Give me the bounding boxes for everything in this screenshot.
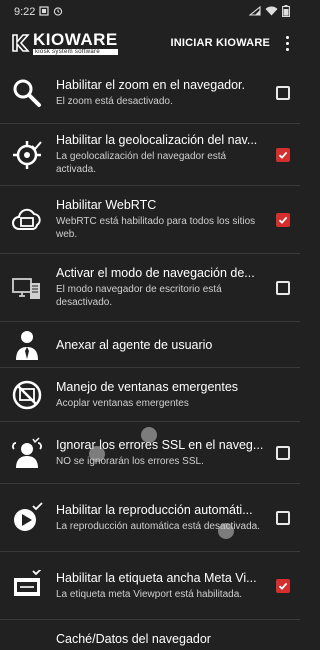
kioware-logo-icon xyxy=(10,33,30,53)
popup-block-icon xyxy=(10,378,44,412)
checkmark-icon xyxy=(278,216,288,224)
setting-texts: Habilitar la geolocalización del nav... … xyxy=(56,133,264,176)
setting-subtitle: La geolocalización del navegador está ac… xyxy=(56,151,227,175)
setting-subtitle: WebRTC está habilitado para todos los si… xyxy=(56,216,256,240)
ssl-errors-checkbox[interactable] xyxy=(276,445,290,460)
setting-subtitle: La etiqueta meta Viewport está habilitad… xyxy=(56,588,243,600)
logo-title: KIOWARE xyxy=(33,30,118,49)
setting-texts: Anexar al agente de usuario xyxy=(56,338,290,352)
setting-title: Habilitar la geolocalización del nav... xyxy=(56,133,258,147)
setting-row-meta-viewport[interactable]: Habilitar la etiqueta ancha Meta Vi... L… xyxy=(0,552,300,620)
wifi-icon xyxy=(265,6,278,19)
app-bar-actions: INICIAR KIOWARE xyxy=(170,33,294,53)
user-agent-icon xyxy=(10,328,44,362)
ssl-errors-icon xyxy=(10,436,44,470)
setting-title: Habilitar WebRTC xyxy=(56,198,157,212)
alarm-icon xyxy=(53,6,63,19)
status-bar-left: 9:22 xyxy=(14,5,63,19)
cache-icon xyxy=(10,632,44,650)
desktop-mode-icon xyxy=(10,271,44,305)
status-bar: 9:22 xyxy=(0,0,300,24)
zoom-checkbox[interactable] xyxy=(276,85,290,100)
settings-list: Habilitar el zoom en el navegador. El zo… xyxy=(0,62,300,650)
setting-title: Caché/Datos del navegador xyxy=(56,632,211,646)
battery-icon xyxy=(282,4,290,20)
webrtc-icon xyxy=(10,203,44,237)
setting-row-popups[interactable]: Manejo de ventanas emergentes Acoplar ve… xyxy=(0,368,300,422)
geolocation-icon xyxy=(10,138,44,172)
setting-title: Habilitar la reproducción automáti... xyxy=(56,502,253,517)
kioware-logo: KIOWARE kiosk system software xyxy=(10,31,118,55)
setting-title: Habilitar la etiqueta ancha Meta Vi... xyxy=(56,570,257,585)
setting-texts: Habilitar el zoom en el navegador. El zo… xyxy=(56,78,264,108)
logo-subtitle: kiosk system software xyxy=(33,49,118,55)
setting-row-geolocation[interactable]: Habilitar la geolocalización del nav... … xyxy=(0,124,300,186)
setting-texts: Activar el modo de navegación de... El m… xyxy=(56,266,264,309)
notification-icon xyxy=(39,5,50,19)
touch-indicator xyxy=(218,523,234,539)
setting-title: Manejo de ventanas emergentes xyxy=(56,379,239,394)
logo-text: KIOWARE kiosk system software xyxy=(33,31,118,55)
app-bar: KIOWARE kiosk system software INICIAR KI… xyxy=(0,24,300,62)
setting-row-zoom[interactable]: Habilitar el zoom en el navegador. El zo… xyxy=(0,62,300,124)
setting-texts: Habilitar la etiqueta ancha Meta Vi... L… xyxy=(56,571,264,601)
autoplay-icon xyxy=(10,501,44,535)
setting-row-user-agent[interactable]: Anexar al agente de usuario xyxy=(0,322,300,368)
setting-texts: Manejo de ventanas emergentes Acoplar ve… xyxy=(56,380,290,410)
setting-texts: Caché/Datos del navegador xyxy=(56,632,290,646)
checkmark-icon xyxy=(278,151,288,159)
start-kioware-button[interactable]: INICIAR KIOWARE xyxy=(170,37,270,49)
setting-title: Habilitar el zoom en el navegador. xyxy=(56,77,246,92)
status-bar-right xyxy=(248,4,290,20)
signal-icon xyxy=(248,5,261,19)
meta-viewport-checkbox[interactable] xyxy=(276,578,290,593)
setting-texts: Ignorar los errores SSL en el naveg... N… xyxy=(56,438,264,468)
setting-texts: Habilitar WebRTC WebRTC está habilitado … xyxy=(56,198,264,241)
setting-subtitle: El zoom está desactivado. xyxy=(56,95,173,107)
setting-row-desktop-mode[interactable]: Activar el modo de navegación de... El m… xyxy=(0,254,300,322)
touch-indicator xyxy=(89,446,105,462)
setting-subtitle: Acoplar ventanas emergentes xyxy=(56,397,189,409)
geolocation-checkbox[interactable] xyxy=(276,147,290,162)
touch-indicator xyxy=(141,427,157,443)
setting-title: Activar el modo de navegación de... xyxy=(56,266,255,280)
status-time: 9:22 xyxy=(14,6,36,18)
autoplay-checkbox[interactable] xyxy=(276,510,290,525)
setting-row-cache[interactable]: Caché/Datos del navegador xyxy=(0,620,300,650)
setting-row-autoplay[interactable]: Habilitar la reproducción automáti... La… xyxy=(0,484,300,552)
checkmark-icon xyxy=(278,582,288,590)
setting-row-webrtc[interactable]: Habilitar WebRTC WebRTC está habilitado … xyxy=(0,186,300,254)
webrtc-checkbox[interactable] xyxy=(276,212,290,227)
setting-subtitle: NO se ignorarán los errores SSL. xyxy=(56,455,204,467)
setting-subtitle: El modo navegador de escritorio está des… xyxy=(56,284,222,308)
desktop-mode-checkbox[interactable] xyxy=(276,280,290,295)
setting-title: Ignorar los errores SSL en el naveg... xyxy=(56,437,264,452)
setting-title: Anexar al agente de usuario xyxy=(56,337,213,352)
meta-viewport-icon xyxy=(10,569,44,603)
zoom-icon xyxy=(10,76,44,110)
more-vert-icon[interactable] xyxy=(280,33,294,53)
